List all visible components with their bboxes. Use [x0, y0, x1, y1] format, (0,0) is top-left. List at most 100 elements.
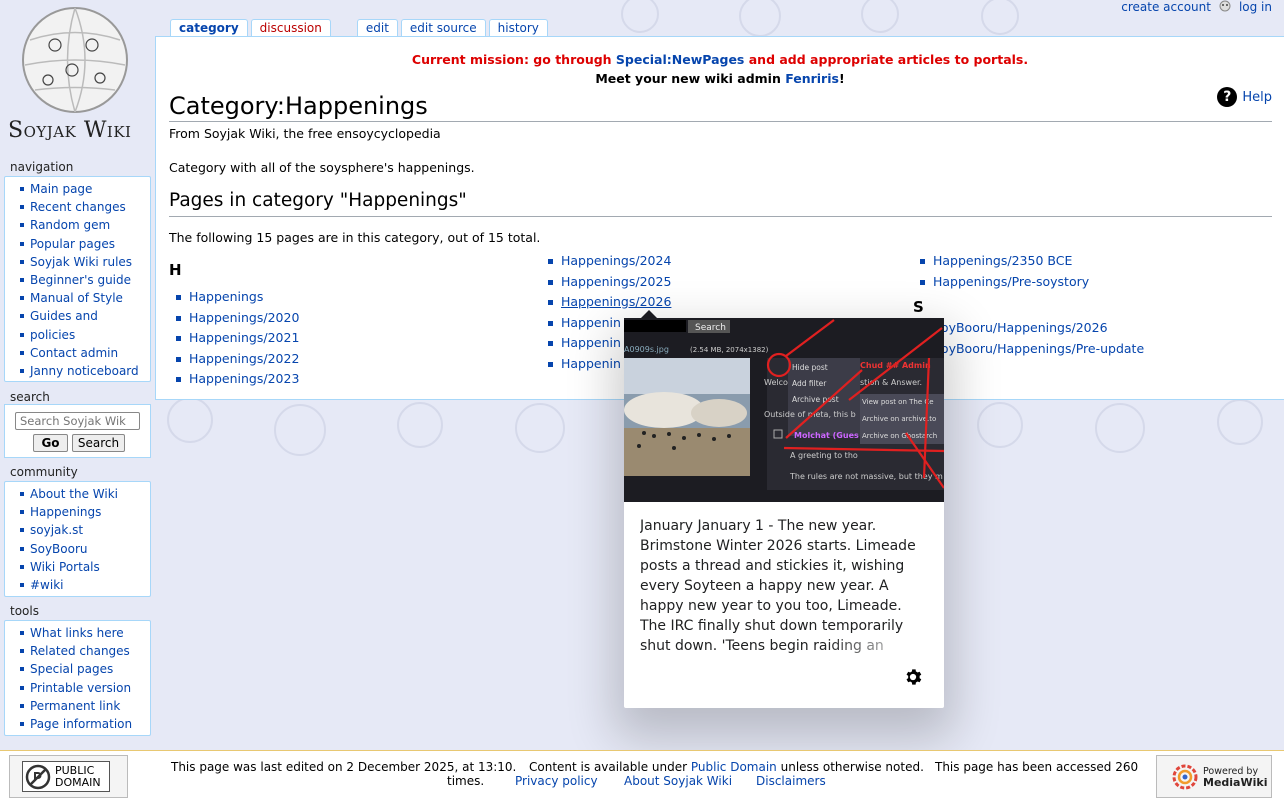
sidebar-item-wiki-channel[interactable]: #wiki: [5, 576, 150, 594]
sidebar-item-popular-pages[interactable]: Popular pages: [5, 235, 150, 253]
create-account-link[interactable]: create account: [1121, 0, 1211, 14]
sidebar-item-about[interactable]: About the Wiki: [5, 485, 150, 503]
go-button[interactable]: Go: [33, 434, 68, 452]
search-input[interactable]: [15, 412, 140, 430]
category-link[interactable]: Happenings/2025: [541, 272, 671, 293]
notice-link-admin[interactable]: Fenriris: [785, 71, 839, 86]
tagline: From Soyjak Wiki, the free ensoycycloped…: [169, 126, 441, 141]
logo-text: Soyjak Wiki: [8, 118, 132, 143]
license-text: unless otherwise noted.: [776, 760, 924, 774]
sidebar-item-janny-noticeboard[interactable]: Janny noticeboard: [5, 362, 150, 380]
user-icon: [1219, 0, 1231, 12]
public-domain-badge[interactable]: PUBLIC DOMAIN: [9, 755, 128, 798]
sidebar-item-recent-changes[interactable]: Recent changes: [5, 198, 150, 216]
sidebar-item-manual-of-style[interactable]: Manual of Style: [5, 289, 150, 307]
category-column-1: H Happenings Happenings/2020 Happenings/…: [169, 261, 299, 390]
sidebar-item-main-page[interactable]: Main page: [5, 180, 150, 198]
notice-text: !: [838, 71, 845, 86]
sidebar-item-wiki-portals[interactable]: Wiki Portals: [5, 558, 150, 576]
notice-text: Meet your new wiki admin: [595, 71, 786, 86]
privacy-policy-link[interactable]: Privacy policy: [515, 774, 598, 788]
category-link[interactable]: Happenings/2020: [169, 308, 299, 329]
sidebar-item-beginners-guide[interactable]: Beginner's guide: [5, 271, 150, 289]
category-link[interactable]: Happenings/2350 BCE: [913, 251, 1144, 272]
search-button[interactable]: Search: [72, 434, 125, 452]
sidebar-item-happenings[interactable]: Happenings: [5, 503, 150, 521]
preview-screenshot-image: Search A0909s.jpg (2.54 MB, 2074x1382) H…: [624, 318, 944, 502]
sidebar-item-related-changes[interactable]: Related changes: [5, 642, 150, 660]
help-link[interactable]: ? Help: [1217, 87, 1272, 107]
community-portal: About the Wiki Happenings soyjak.st SoyB…: [4, 481, 151, 597]
gear-icon[interactable]: [904, 668, 922, 686]
preview-submenu-1: View post on The Ce: [862, 398, 934, 406]
category-link[interactable]: Happenings/2023: [169, 369, 299, 390]
mediawiki-icon: [1172, 764, 1198, 789]
category-link[interactable]: SoyBooru/Happenings/Pre-update: [913, 339, 1144, 360]
preview-filename: A0909s.jpg: [624, 345, 669, 354]
category-link[interactable]: Happenings/2024: [541, 251, 671, 272]
community-heading: community: [10, 465, 78, 479]
sidebar-item-soybooru[interactable]: SoyBooru: [5, 540, 150, 558]
sidebar-item-page-information[interactable]: Page information: [5, 715, 150, 733]
license-info: Content is available under Public Domain…: [529, 760, 924, 774]
tab-gap: [334, 19, 354, 37]
tab-history[interactable]: history: [488, 19, 548, 37]
page-tabs: category discussion edit edit source his…: [170, 19, 548, 37]
notice-text: and add appropriate articles to portals.: [744, 52, 1029, 67]
navigation-portal: Main page Recent changes Random gem Popu…: [4, 176, 151, 382]
popup-pointer: [641, 310, 657, 318]
soyjak-globe-icon: [22, 7, 128, 113]
preview-greeting: A greeting to tho: [790, 451, 858, 460]
preview-menu-2: Add filter: [792, 379, 827, 388]
search-heading: search: [10, 390, 50, 404]
sidebar-item-soyjak-st[interactable]: soyjak.st: [5, 521, 150, 539]
search-portal: Go Search: [4, 404, 151, 458]
preview-rules: The rules are not massive, but they m: [789, 472, 943, 481]
category-link[interactable]: Happenings/Pre-soystory: [913, 272, 1144, 293]
sidebar-item-random-gem[interactable]: Random gem: [5, 216, 150, 234]
sidebar-item-rules[interactable]: Soyjak Wiki rules: [5, 253, 150, 271]
footer: PUBLIC DOMAIN This page was last edited …: [0, 750, 1284, 805]
site-notice: Current mission: go through Special:NewP…: [156, 50, 1284, 88]
about-link[interactable]: About Soyjak Wiki: [624, 774, 732, 788]
sidebar-item-guides-cont[interactable]: policies: [5, 326, 150, 344]
preview-extract: January January 1 - The new year. Brimst…: [640, 518, 916, 654]
tools-heading: tools: [10, 604, 39, 618]
category-description: Category with all of the soysphere's hap…: [169, 160, 475, 175]
category-link[interactable]: Happenings/2022: [169, 349, 299, 370]
pages-heading: Pages in category "Happenings": [169, 190, 467, 211]
public-domain-icon: [25, 764, 51, 789]
disclaimers-link[interactable]: Disclaimers: [756, 774, 826, 788]
sidebar-item-printable-version[interactable]: Printable version: [5, 679, 150, 697]
personal-tools: create account log in: [1121, 0, 1272, 14]
sidebar-item-guides[interactable]: Guides and: [5, 307, 150, 325]
preview-thumbnail[interactable]: Search A0909s.jpg (2.54 MB, 2074x1382) H…: [624, 318, 944, 502]
category-link[interactable]: Happenings: [169, 287, 299, 308]
sidebar-item-permanent-link[interactable]: Permanent link: [5, 697, 150, 715]
page-preview-popup[interactable]: Search A0909s.jpg (2.54 MB, 2074x1382) H…: [624, 318, 944, 708]
preview-poster-name: Chud ## Admin: [860, 361, 931, 370]
tab-edit[interactable]: edit: [356, 19, 398, 37]
column-letter: H: [169, 261, 182, 279]
badge-line: Powered by: [1203, 765, 1259, 777]
sidebar-item-contact-admin[interactable]: Contact admin: [5, 344, 150, 362]
category-link[interactable]: SoyBooru/Happenings/2026: [913, 318, 1144, 339]
sidebar-item-what-links-here[interactable]: What links here: [5, 624, 150, 642]
preview-search-btn: Search: [695, 323, 726, 333]
sidebar-item-special-pages[interactable]: Special pages: [5, 660, 150, 678]
notice-link-newpages[interactable]: Special:NewPages: [616, 52, 744, 67]
preview-submenu-2: Archive on archive.to: [862, 415, 936, 423]
footer-top-border: [0, 750, 1284, 751]
tab-discussion[interactable]: discussion: [250, 19, 331, 37]
log-in-link[interactable]: log in: [1239, 0, 1272, 14]
mediawiki-badge[interactable]: Powered by MediaWiki: [1156, 755, 1272, 798]
license-text: Content is available under: [529, 760, 691, 774]
category-link[interactable]: Happenings/2021: [169, 328, 299, 349]
title-divider: [169, 121, 1272, 122]
view-count-suffix: times.: [447, 774, 485, 788]
tab-edit-source[interactable]: edit source: [400, 19, 486, 37]
badge-line: DOMAIN: [55, 775, 101, 789]
site-logo[interactable]: Soyjak Wiki: [0, 0, 150, 150]
tab-category[interactable]: category: [170, 19, 248, 37]
license-link[interactable]: Public Domain: [691, 760, 777, 774]
